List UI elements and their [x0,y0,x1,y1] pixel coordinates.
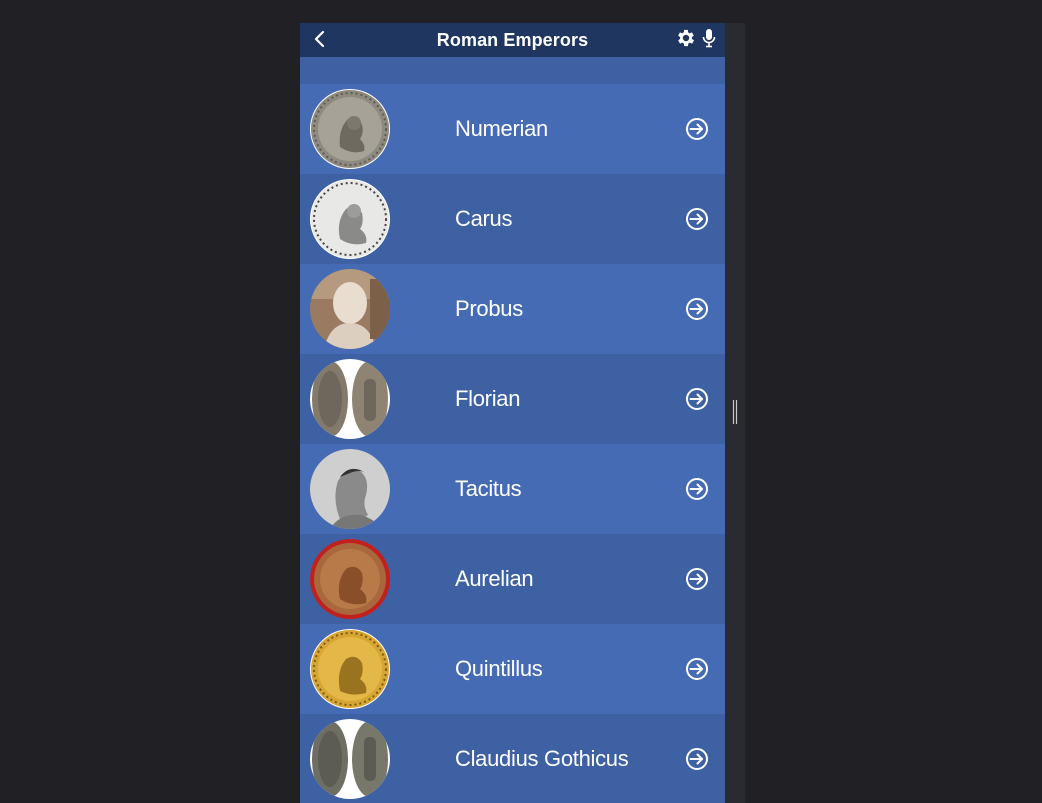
emperor-image [310,359,390,439]
arrow-right-circle-icon[interactable] [685,297,709,321]
emperor-name: Aurelian [455,566,534,591]
emperor-image [310,179,390,259]
resize-handle-icon[interactable] [732,399,738,425]
app-header: Roman Emperors [300,23,725,57]
emperor-name: Carus [455,206,513,231]
emperor-name: Quintillus [455,656,543,681]
emperor-image [310,539,390,619]
app-screen: Roman Emperors Numerian Carus Probus Flo… [300,23,725,803]
list-item[interactable]: Numerian [300,84,725,174]
emperor-name: Tacitus [455,476,522,501]
emperor-name: Probus [455,296,523,321]
arrow-right-circle-icon[interactable] [685,387,709,411]
settings-button[interactable] [675,27,697,49]
arrow-right-circle-icon[interactable] [685,747,709,771]
gear-icon [678,29,694,47]
emperor-name: Claudius Gothicus [455,746,629,771]
emperor-image [310,449,390,529]
emperor-image [310,719,390,799]
arrow-right-circle-icon[interactable] [685,477,709,501]
page-title: Roman Emperors [436,30,589,50]
emperor-list: Numerian Carus Probus Florian Tacitus Au… [300,84,725,803]
voice-search-button[interactable] [701,27,717,49]
emperor-name: Florian [455,386,521,411]
list-item[interactable]: Quintillus [300,624,725,714]
list-item[interactable]: Tacitus [300,444,725,534]
arrow-right-circle-icon[interactable] [685,567,709,591]
arrow-right-circle-icon[interactable] [685,207,709,231]
emperor-name: Numerian [455,116,548,141]
list-item[interactable]: Carus [300,174,725,264]
list-item[interactable]: Aurelian [300,534,725,624]
microphone-icon [702,29,716,48]
list-top-spacer [300,57,725,84]
list-item[interactable]: Florian [300,354,725,444]
list-item[interactable]: Probus [300,264,725,354]
emperor-image [310,269,390,349]
device-frame: Roman Emperors Numerian Carus Probus Flo… [300,23,745,803]
arrow-right-circle-icon[interactable] [685,657,709,681]
list-item[interactable]: Claudius Gothicus [300,714,725,803]
emperor-image [310,89,390,169]
arrow-right-circle-icon[interactable] [685,117,709,141]
emperor-image [310,629,390,709]
